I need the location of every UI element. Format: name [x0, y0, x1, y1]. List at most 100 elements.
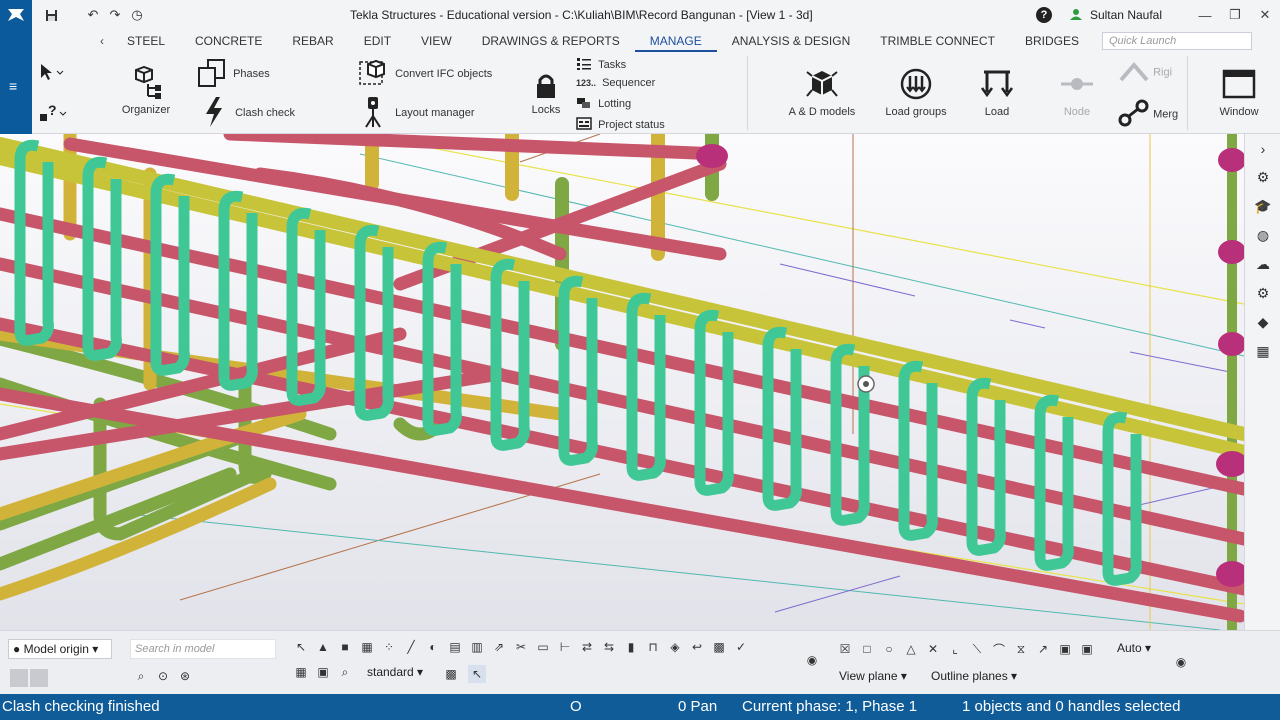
select-components-icon[interactable]: ⇄ — [578, 638, 596, 656]
minimize-button[interactable]: — — [1190, 0, 1220, 30]
snap-geometry-icon[interactable]: ▣ — [1056, 640, 1074, 658]
snap-center-icon[interactable]: □ — [858, 640, 876, 658]
tasks-button[interactable]: Tasks — [576, 57, 626, 74]
search-icon[interactable]: ⌕ — [132, 667, 150, 685]
clash-check-button[interactable]: Clash check — [202, 96, 295, 131]
select-layers-icon[interactable]: ◈ — [666, 638, 684, 656]
select-assembly-icon[interactable]: ⇆ — [600, 638, 618, 656]
search-in-model-input[interactable]: Search in model — [130, 639, 276, 659]
select-bolts-icon[interactable]: ▮ — [622, 638, 640, 656]
search-options-icon[interactable]: ⊛ — [176, 667, 194, 685]
select-zoom-icon[interactable]: ▦ — [292, 663, 310, 681]
outline-planes-select[interactable]: Outline planes ▾ — [931, 669, 1017, 683]
select-check-icon[interactable]: ✓ — [732, 638, 750, 656]
stirrup-bar[interactable] — [558, 275, 598, 466]
stirrup-bar[interactable] — [762, 326, 802, 511]
tab-edit[interactable]: EDIT — [349, 30, 406, 52]
select-connections-icon[interactable]: ⊓ — [644, 638, 662, 656]
filter-icon[interactable]: ▩ — [442, 665, 460, 683]
snap-nearest-icon[interactable]: ▣ — [1078, 640, 1096, 658]
layout-manager-button[interactable]: Layout manager — [362, 96, 475, 131]
snap-off-icon[interactable] — [10, 669, 28, 687]
model-origin-select[interactable]: ● Model origin ▾ — [8, 639, 112, 659]
save-icon[interactable] — [40, 4, 62, 26]
window-button[interactable]: Window — [1200, 68, 1278, 118]
select-box-icon[interactable]: ▣ — [314, 663, 332, 681]
merge-button[interactable]: Merg — [1118, 98, 1178, 131]
stirrup-bar[interactable] — [626, 292, 666, 481]
stirrup-bar[interactable] — [694, 309, 734, 496]
snap-intersect-icon[interactable]: ✕ — [924, 640, 942, 658]
model-viewport-3d[interactable] — [0, 134, 1244, 630]
select-cut-icon[interactable]: ⇗ — [490, 638, 508, 656]
snap-any-icon[interactable]: ⧖ — [1012, 640, 1030, 658]
stirrup-bar[interactable] — [14, 139, 54, 346]
eye-icon[interactable]: ◉ — [803, 651, 821, 669]
tab-drawings-reports[interactable]: DRAWINGS & REPORTS — [467, 30, 635, 52]
select-objects-icon[interactable]: ▭ — [534, 638, 552, 656]
globe-icon[interactable]: ◍ — [1245, 221, 1280, 250]
lotting-button[interactable]: Lotting — [576, 97, 631, 112]
user-name[interactable]: Sultan Naufal — [1090, 8, 1162, 22]
ad-models-button[interactable]: A & D models — [777, 68, 867, 118]
select-surface-icon[interactable]: ■ — [336, 638, 354, 656]
select-grid-icon[interactable]: ▦ — [358, 638, 376, 656]
tab-steel[interactable]: STEEL — [112, 30, 180, 52]
load-button[interactable]: Load — [967, 68, 1027, 118]
expand-panel-icon[interactable]: › — [1245, 134, 1280, 163]
snap-point-icon[interactable]: △ — [902, 640, 920, 658]
load-groups-button[interactable]: Load groups — [876, 68, 956, 118]
snap-off-2-icon[interactable] — [30, 669, 48, 687]
node-button[interactable]: Node — [1047, 68, 1107, 118]
select-all-icon[interactable]: ↖ — [292, 638, 310, 656]
learning-icon[interactable]: 🎓 — [1245, 192, 1280, 221]
user-icon[interactable] — [1069, 8, 1082, 23]
select-filter-alt-icon[interactable]: ▩ — [710, 638, 728, 656]
properties-icon[interactable]: ⚙ — [1245, 163, 1280, 192]
stirrup-bar[interactable] — [898, 360, 938, 541]
select-views-icon[interactable]: ▤ — [446, 638, 464, 656]
stirrup-bar[interactable] — [966, 377, 1006, 556]
select-welds-icon[interactable]: ◐ — [424, 638, 442, 656]
tab-scroll-left-icon[interactable]: ‹ — [92, 34, 112, 48]
redo-icon[interactable]: ↷ — [104, 4, 126, 26]
project-status-button[interactable]: Project status — [576, 117, 665, 133]
tab-rebar[interactable]: REBAR — [277, 30, 348, 52]
convert-ifc-button[interactable]: Convert IFC objects — [356, 58, 492, 91]
view-plane-select[interactable]: View plane ▾ — [839, 669, 907, 683]
select-planes-icon[interactable]: ▥ — [468, 638, 486, 656]
tab-concrete[interactable]: CONCRETE — [180, 30, 277, 52]
zoom-icon[interactable]: ⊙ — [154, 667, 172, 685]
snap-line-ext-icon[interactable]: ⟍ — [968, 640, 986, 658]
stirrup-bar[interactable] — [82, 156, 122, 361]
help-select-icon[interactable]: ? — [38, 100, 68, 127]
eye-icon[interactable]: ◉ — [1172, 653, 1190, 671]
undo-icon[interactable]: ↶ — [82, 4, 104, 26]
tekla-logo-icon[interactable] — [0, 0, 32, 30]
phases-button[interactable]: Phases — [196, 58, 270, 91]
select-lines-icon[interactable]: ╱ — [402, 638, 420, 656]
select-parts-icon[interactable]: ▲ — [314, 638, 332, 656]
select-filter-icon[interactable]: ↖ — [468, 665, 486, 683]
stirrup-bar[interactable] — [218, 190, 258, 391]
snap-perpendicular-icon[interactable]: ⌞ — [946, 640, 964, 658]
select-points-icon[interactable]: ⁘ — [380, 638, 398, 656]
sequencer-button[interactable]: 123.. Sequencer — [576, 77, 655, 89]
standard-filter-select[interactable]: standard ▾ — [367, 665, 423, 679]
tab-trimble-connect[interactable]: TRIMBLE CONNECT — [865, 30, 1010, 52]
stirrup-bar[interactable] — [150, 173, 190, 376]
stirrup-bar[interactable] — [490, 258, 530, 451]
locks-button[interactable]: Locks — [506, 72, 586, 116]
cloud-icon[interactable]: ☁ — [1245, 250, 1280, 279]
cube-icon[interactable]: ◆ — [1245, 308, 1280, 337]
select-arrow-icon[interactable] — [38, 62, 64, 85]
close-button[interactable]: ✕ — [1250, 0, 1280, 30]
quick-launch-input[interactable]: Quick Launch — [1102, 32, 1252, 50]
select-search-icon[interactable]: ⌕ — [336, 663, 354, 681]
tab-analysis-design[interactable]: ANALYSIS & DESIGN — [717, 30, 865, 52]
stirrup-bar[interactable] — [830, 343, 870, 526]
snap-free-icon[interactable]: ↗ — [1034, 640, 1052, 658]
apps-icon[interactable]: ▦ — [1245, 337, 1280, 366]
menu-icon[interactable]: ≡ — [9, 78, 17, 94]
select-cut-line-icon[interactable]: ✂ — [512, 638, 530, 656]
